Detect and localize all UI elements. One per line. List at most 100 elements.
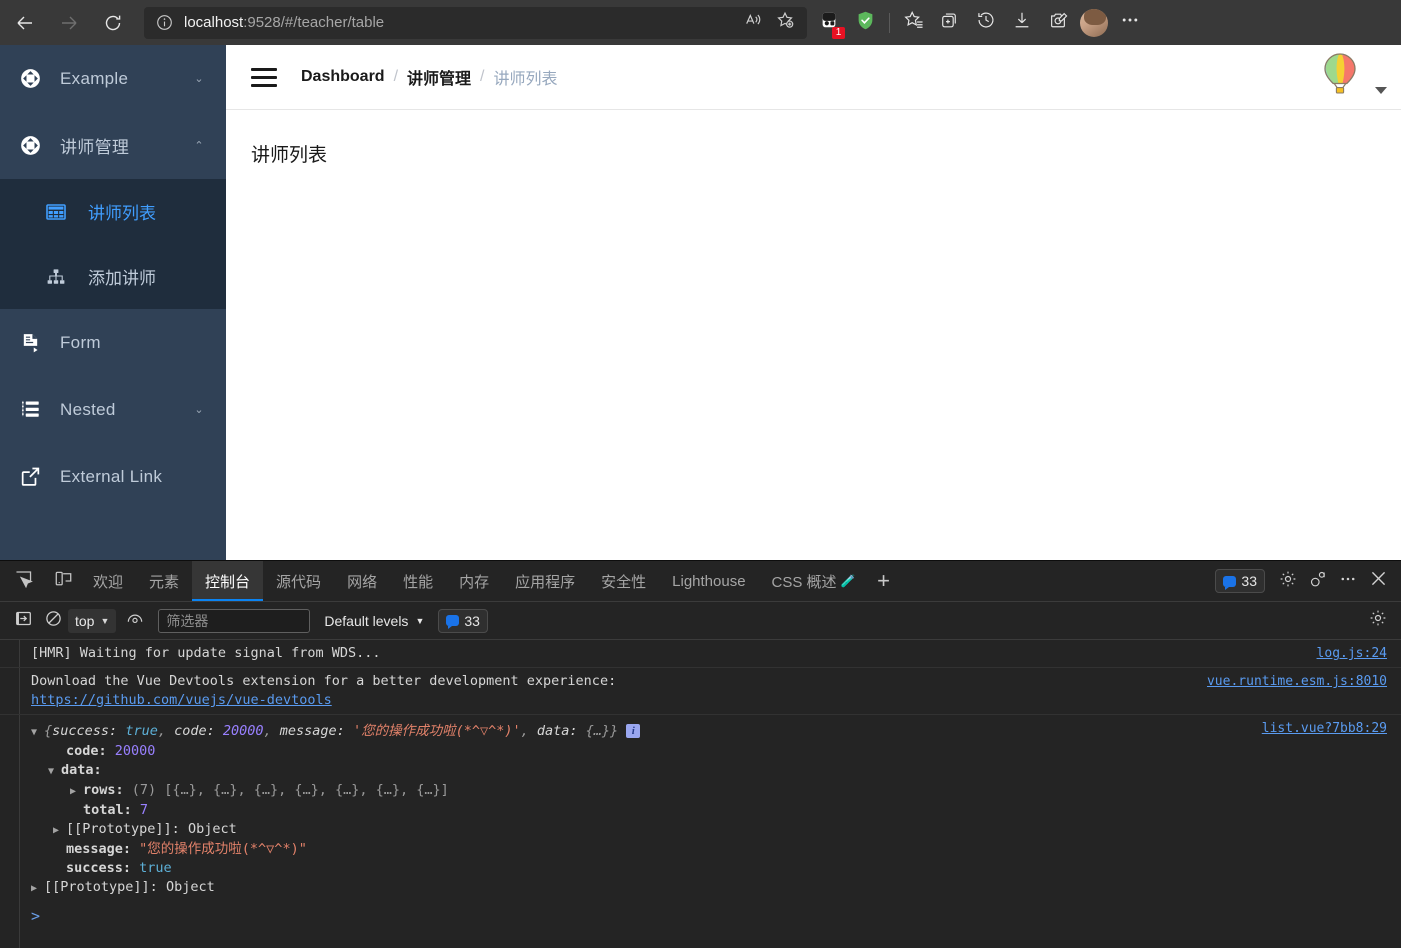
more-settings-icon [1120, 10, 1140, 35]
object-summary-line[interactable]: {success: true, code: 20000, message: '您… [31, 722, 1401, 742]
console-settings-button[interactable] [1363, 606, 1393, 636]
read-aloud-button[interactable] [737, 7, 769, 39]
sidebar-item-example[interactable]: Example ⌄ [0, 45, 226, 112]
console-source-link[interactable]: list.vue?7bb8:29 [1262, 719, 1387, 738]
collections-button[interactable] [932, 5, 968, 41]
tree-row-prototype-inner[interactable]: [[Prototype]]: Object [31, 820, 1401, 840]
sidebar-item-external-link[interactable]: External Link [0, 443, 226, 510]
console-message-link[interactable]: https://github.com/vuejs/vue-devtools [31, 692, 332, 708]
tab-performance[interactable]: 性能 [390, 561, 446, 601]
info-badge-icon[interactable]: i [626, 724, 641, 738]
sidebar-item-label: Nested [60, 399, 116, 419]
console-filter-input[interactable]: 筛选器 [158, 608, 311, 633]
table-grid-icon [46, 202, 74, 222]
sidebar-subitem-teacher-list[interactable]: 讲师列表 [0, 179, 226, 244]
console-row-response-object[interactable]: list.vue?7bb8:29 {success: true, code: 2… [0, 715, 1401, 902]
breadcrumb-item-dashboard[interactable]: Dashboard [301, 68, 385, 86]
sidebar-item-teacher-mgmt[interactable]: 讲师管理 ⌃ [0, 112, 226, 179]
expand-arrow-icon[interactable] [48, 762, 61, 781]
tab-elements[interactable]: 元素 [136, 561, 192, 601]
tab-lighthouse[interactable]: Lighthouse [659, 561, 758, 601]
devtools-more-button[interactable] [1333, 566, 1363, 596]
tree-key: [[Prototype]]: [44, 879, 158, 895]
sidebar-subitem-add-teacher[interactable]: 添加讲师 [0, 244, 226, 309]
avatar[interactable] [1314, 51, 1366, 103]
console-sidebar-toggle[interactable] [8, 606, 38, 636]
console-message-text: Download the Vue Devtools extension for … [31, 673, 617, 689]
inspect-element-button[interactable] [6, 564, 40, 598]
collections-icon [940, 10, 960, 35]
console-source-link[interactable]: log.js:24 [1317, 644, 1387, 663]
execution-context-select[interactable]: top ▼ [68, 608, 117, 633]
value-message: '您的操作成功啦(*^▽^*)' [352, 723, 521, 739]
favorites-button[interactable] [896, 5, 932, 41]
profile-button[interactable] [1076, 5, 1112, 41]
history-button[interactable] [968, 5, 1004, 41]
tab-welcome[interactable]: 欢迎 [80, 561, 136, 601]
filter-placeholder: 筛选器 [166, 612, 209, 629]
url-text[interactable]: localhost:9528/#/teacher/table [178, 14, 737, 31]
chevron-up-icon[interactable]: ⌃ [192, 139, 206, 152]
adblock-button[interactable] [847, 5, 883, 41]
back-button[interactable] [6, 4, 44, 42]
console-source-link[interactable]: vue.runtime.esm.js:8010 [1207, 672, 1387, 691]
gear-icon [1279, 570, 1297, 593]
message-count-badge[interactable]: 33 [1215, 569, 1265, 593]
console-prompt[interactable]: > [0, 902, 1401, 929]
more-settings-button[interactable] [1112, 5, 1148, 41]
screenshot-button[interactable] [1040, 5, 1076, 41]
tab-sources[interactable]: 源代码 [263, 561, 334, 601]
console-level-count-badge[interactable]: 33 [438, 608, 488, 633]
downloads-button[interactable] [1004, 5, 1040, 41]
devices-settings-icon [1309, 570, 1327, 593]
clear-console-button[interactable] [38, 606, 68, 636]
site-info-icon[interactable] [150, 14, 178, 31]
expand-arrow-icon[interactable] [31, 723, 44, 742]
tab-label: Lighthouse [672, 572, 746, 590]
forward-button[interactable] [50, 4, 88, 42]
tab-network[interactable]: 网络 [334, 561, 390, 601]
console-row-hmr[interactable]: [HMR] Waiting for update signal from WDS… [0, 640, 1401, 668]
extension-button[interactable]: 1 [811, 5, 847, 41]
sidebar-subitem-label: 讲师列表 [88, 204, 156, 223]
tree-row-data[interactable]: data: [31, 761, 1401, 781]
add-tab-button[interactable]: + [869, 564, 899, 598]
reload-button[interactable] [94, 4, 132, 42]
caret-down-icon: ▼ [100, 615, 110, 626]
device-toolbar-button[interactable] [46, 564, 80, 598]
address-bar[interactable]: localhost:9528/#/teacher/table [144, 6, 807, 39]
tab-memory[interactable]: 内存 [446, 561, 502, 601]
chevron-down-icon[interactable]: ⌄ [192, 403, 206, 416]
header-user-area[interactable] [1314, 51, 1387, 103]
tab-css-overview[interactable]: CSS 概述 🧪 [759, 561, 869, 601]
favorites-icon [904, 10, 924, 35]
tab-label: 源代码 [276, 573, 322, 591]
sidebar-item-form[interactable]: Form [0, 309, 226, 376]
tree-row-rows[interactable]: rows: (7) [{…}, {…}, {…}, {…}, {…}, {…},… [31, 781, 1401, 801]
breadcrumb-item-teacher-mgmt[interactable]: 讲师管理 [407, 65, 471, 89]
tab-application[interactable]: 应用程序 [502, 561, 588, 601]
collapse-arrow-icon[interactable] [70, 782, 83, 801]
chevron-down-icon[interactable]: ⌄ [192, 72, 206, 85]
hamburger-menu-icon[interactable] [251, 63, 277, 92]
tab-security[interactable]: 安全性 [588, 561, 659, 601]
tree-value: (7) [{…}, {…}, {…}, {…}, {…}, {…}, {…}] [131, 782, 449, 798]
add-favorite-button[interactable] [769, 7, 801, 39]
caret-down-icon[interactable] [1375, 86, 1387, 94]
collapse-arrow-icon[interactable] [53, 821, 66, 840]
devtools-settings-button[interactable] [1273, 566, 1303, 596]
tab-console[interactable]: 控制台 [192, 561, 264, 601]
brace-open: { [44, 723, 53, 739]
levels-label: Default levels [324, 612, 409, 629]
live-expression-button[interactable] [120, 606, 150, 636]
log-levels-select[interactable]: Default levels ▼ [324, 613, 424, 629]
console-row-vue-devtools[interactable]: Download the Vue Devtools extension for … [0, 668, 1401, 715]
tab-label: 应用程序 [515, 573, 576, 591]
customize-devtools-button[interactable] [1303, 566, 1333, 596]
speech-bubble-icon [446, 615, 460, 629]
tree-row-prototype-outer[interactable]: [[Prototype]]: Object [31, 878, 1401, 898]
devtools-close-button[interactable] [1363, 566, 1393, 596]
collapse-arrow-icon[interactable] [31, 879, 44, 898]
context-label: top [75, 612, 95, 629]
sidebar-item-nested[interactable]: Nested ⌄ [0, 376, 226, 443]
